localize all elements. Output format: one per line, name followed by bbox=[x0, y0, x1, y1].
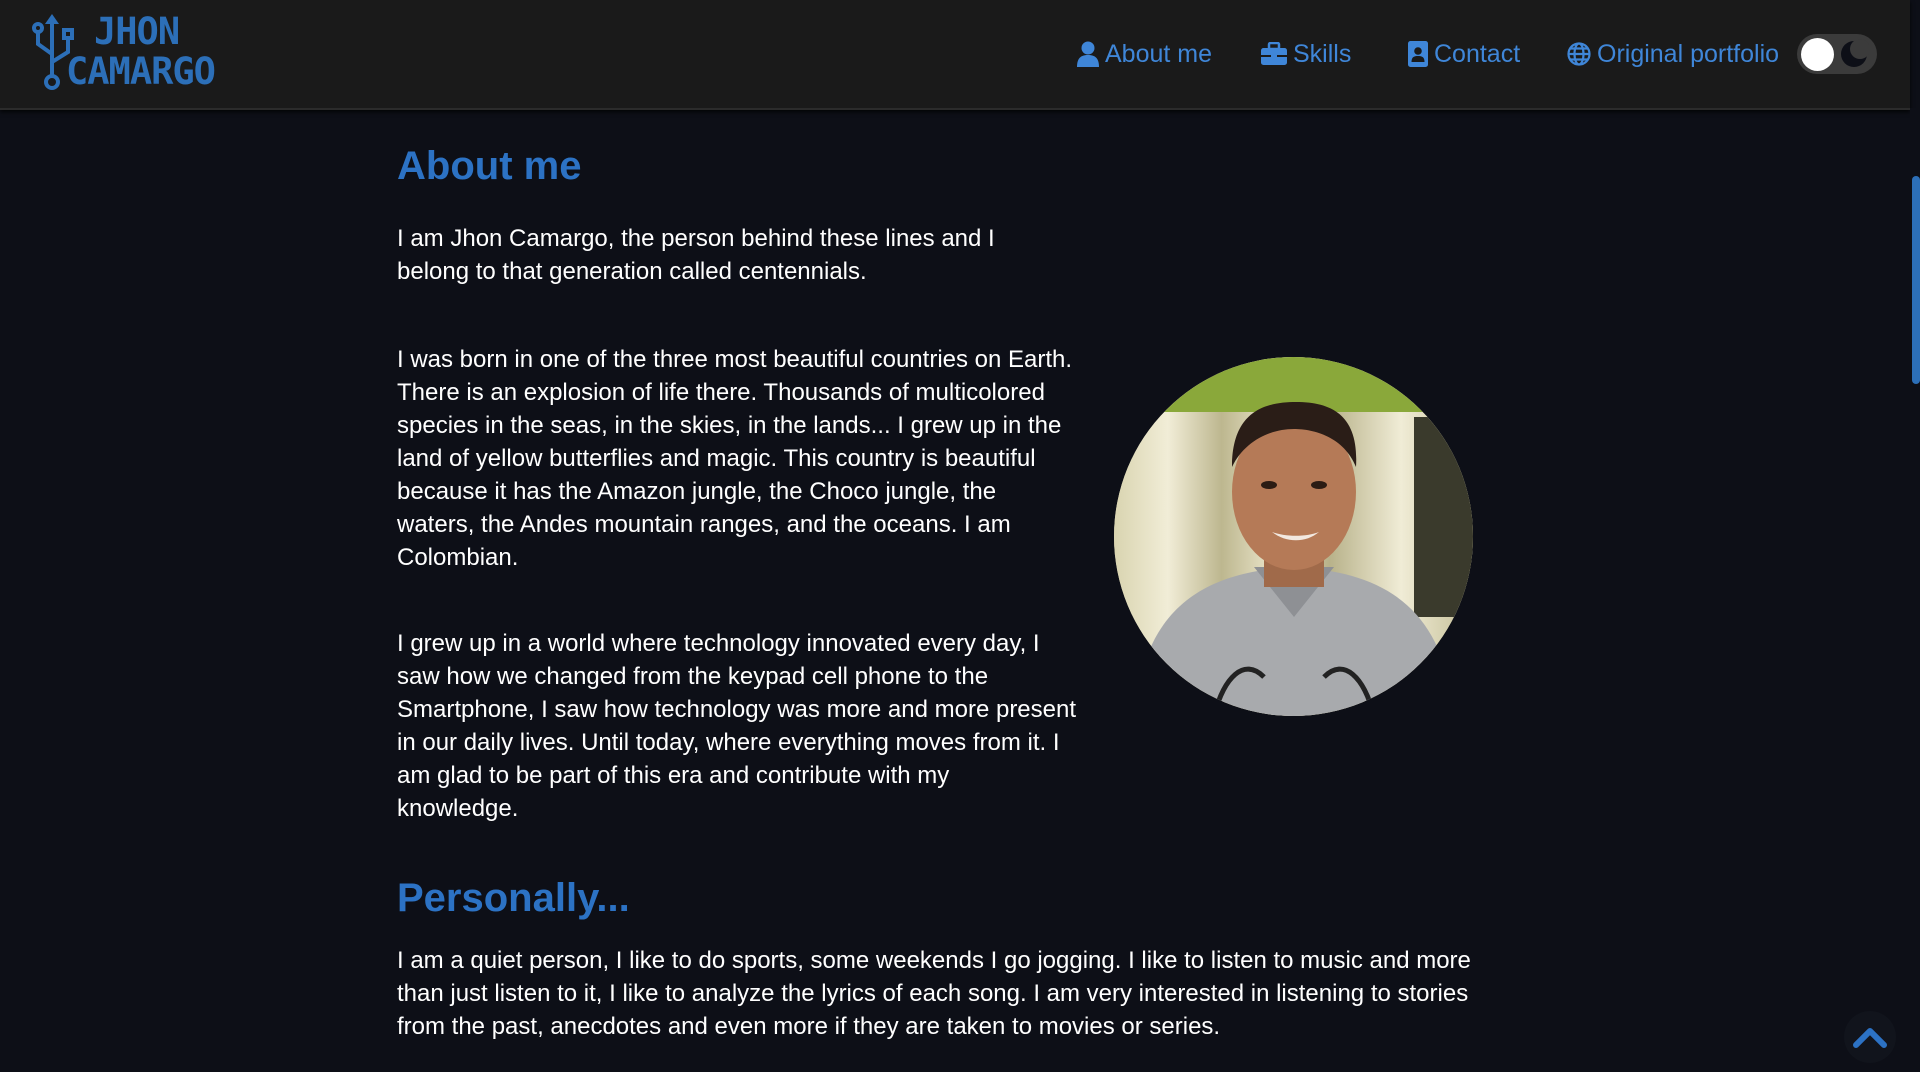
about-paragraph-2: I was born in one of the three most beau… bbox=[397, 346, 1073, 571]
theme-toggle[interactable] bbox=[1797, 34, 1877, 74]
logo-line2: CAMARGO bbox=[66, 50, 216, 93]
scrollbar-thumb[interactable] bbox=[1912, 176, 1920, 384]
about-paragraph-1: I am Jhon Camargo, the person behind the… bbox=[397, 225, 995, 285]
nav-about-me[interactable]: About me bbox=[1077, 36, 1212, 72]
moon-icon bbox=[1841, 39, 1869, 67]
personally-paragraph: I am a quiet person, I like to do sports… bbox=[397, 947, 1471, 1040]
about-me-heading: About me bbox=[397, 144, 582, 188]
briefcase-icon bbox=[1261, 42, 1287, 65]
nav-original-portfolio-label: Original portfolio bbox=[1597, 39, 1780, 68]
toggle-knob bbox=[1801, 38, 1834, 71]
contact-card-icon bbox=[1408, 41, 1428, 67]
scroll-to-top-button[interactable] bbox=[1844, 1011, 1896, 1063]
nav-original-portfolio[interactable]: Original portfolio bbox=[1567, 36, 1779, 72]
personally-heading: Personally... bbox=[397, 876, 630, 920]
nav-about-me-label: About me bbox=[1105, 39, 1213, 68]
nav-skills-label: Skills bbox=[1293, 39, 1352, 68]
chevron-up-icon bbox=[1853, 1028, 1887, 1048]
navbar: JHON CAMARGO About me Skills Contact Ori… bbox=[0, 0, 1910, 110]
nav-contact[interactable]: Contact bbox=[1408, 36, 1520, 72]
site-logo[interactable]: JHON CAMARGO bbox=[32, 12, 242, 94]
globe-icon bbox=[1567, 42, 1591, 66]
about-paragraph-3: I grew up in a world where technology in… bbox=[397, 630, 1077, 822]
logo-line1: JHON bbox=[94, 10, 180, 53]
nav-skills[interactable]: Skills bbox=[1261, 36, 1351, 72]
profile-photo bbox=[1114, 357, 1473, 716]
user-icon bbox=[1077, 41, 1099, 67]
nav-contact-label: Contact bbox=[1434, 39, 1521, 68]
